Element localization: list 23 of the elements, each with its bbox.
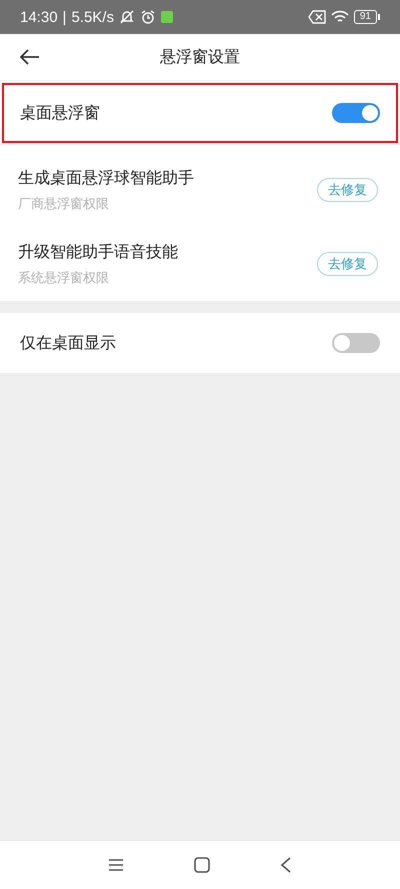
- setting-description: 厂商悬浮窗权限: [18, 196, 110, 212]
- page-title: 悬浮窗设置: [160, 46, 240, 68]
- toggle-switch[interactable]: [332, 333, 380, 353]
- status-time: 14:30: [20, 8, 58, 26]
- back-icon[interactable]: [280, 857, 292, 873]
- setting-label: 仅在桌面显示: [20, 332, 116, 354]
- wifi-icon: [330, 10, 349, 24]
- alarm-clock-icon: [140, 9, 156, 25]
- repair-button[interactable]: 去修复: [317, 252, 378, 276]
- network-speed: 5.5K/s: [71, 8, 114, 26]
- setting-label: 生成桌面悬浮球智能助手: [18, 168, 194, 188]
- menu-icon[interactable]: [108, 858, 124, 872]
- home-icon[interactable]: [194, 857, 210, 873]
- setting-description: 系统悬浮窗权限: [18, 270, 110, 286]
- app-notification-icon: [160, 11, 173, 23]
- repair-button[interactable]: 去修复: [317, 178, 378, 202]
- status-separator: |: [62, 8, 66, 26]
- toggle-switch[interactable]: [332, 103, 380, 123]
- muted-bell-icon: [118, 9, 135, 25]
- setting-label: 升级智能助手语音技能: [18, 242, 178, 262]
- battery-level: 91: [354, 10, 377, 24]
- setting-label: 桌面悬浮窗: [20, 102, 100, 124]
- no-sim-icon: [308, 10, 326, 24]
